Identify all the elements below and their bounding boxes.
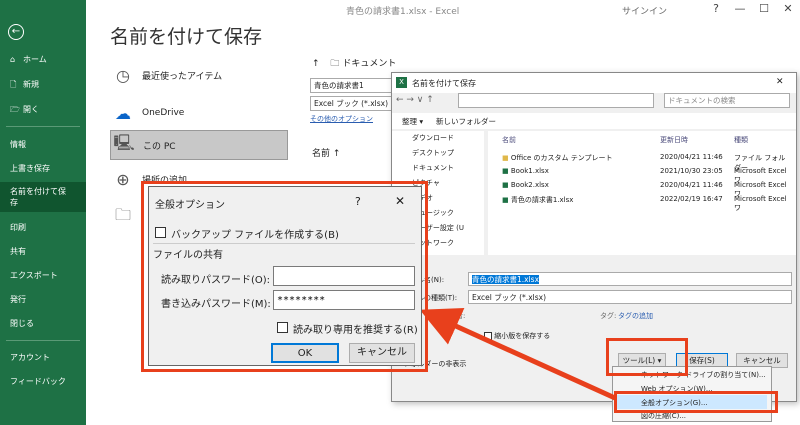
readonly-label: 読み取り専用を推奨する(R) [293,325,418,336]
sharing-group-label: ファイルの共有 [153,250,223,261]
divider [153,243,415,244]
help-icon[interactable]: ? [355,195,361,208]
backup-label: バックアップ ファイルを作成する(B) [171,230,339,241]
backup-checkbox[interactable] [155,227,166,238]
cancel-button[interactable]: キャンセル [349,343,415,363]
ok-button[interactable]: OK [271,343,339,363]
close-icon[interactable]: ✕ [395,194,405,208]
readonly-checkbox[interactable] [277,322,288,333]
read-password-input[interactable] [273,266,415,286]
write-password-label: 書き込みパスワード(M): [161,299,271,310]
general-options-dialog: 全般オプション ? ✕ バックアップ ファイルを作成する(B) ファイルの共有 … [148,186,422,366]
write-password-input[interactable] [273,290,415,310]
dialog-title: 全般オプション [155,200,225,211]
read-password-label: 読み取りパスワード(O): [161,275,271,286]
